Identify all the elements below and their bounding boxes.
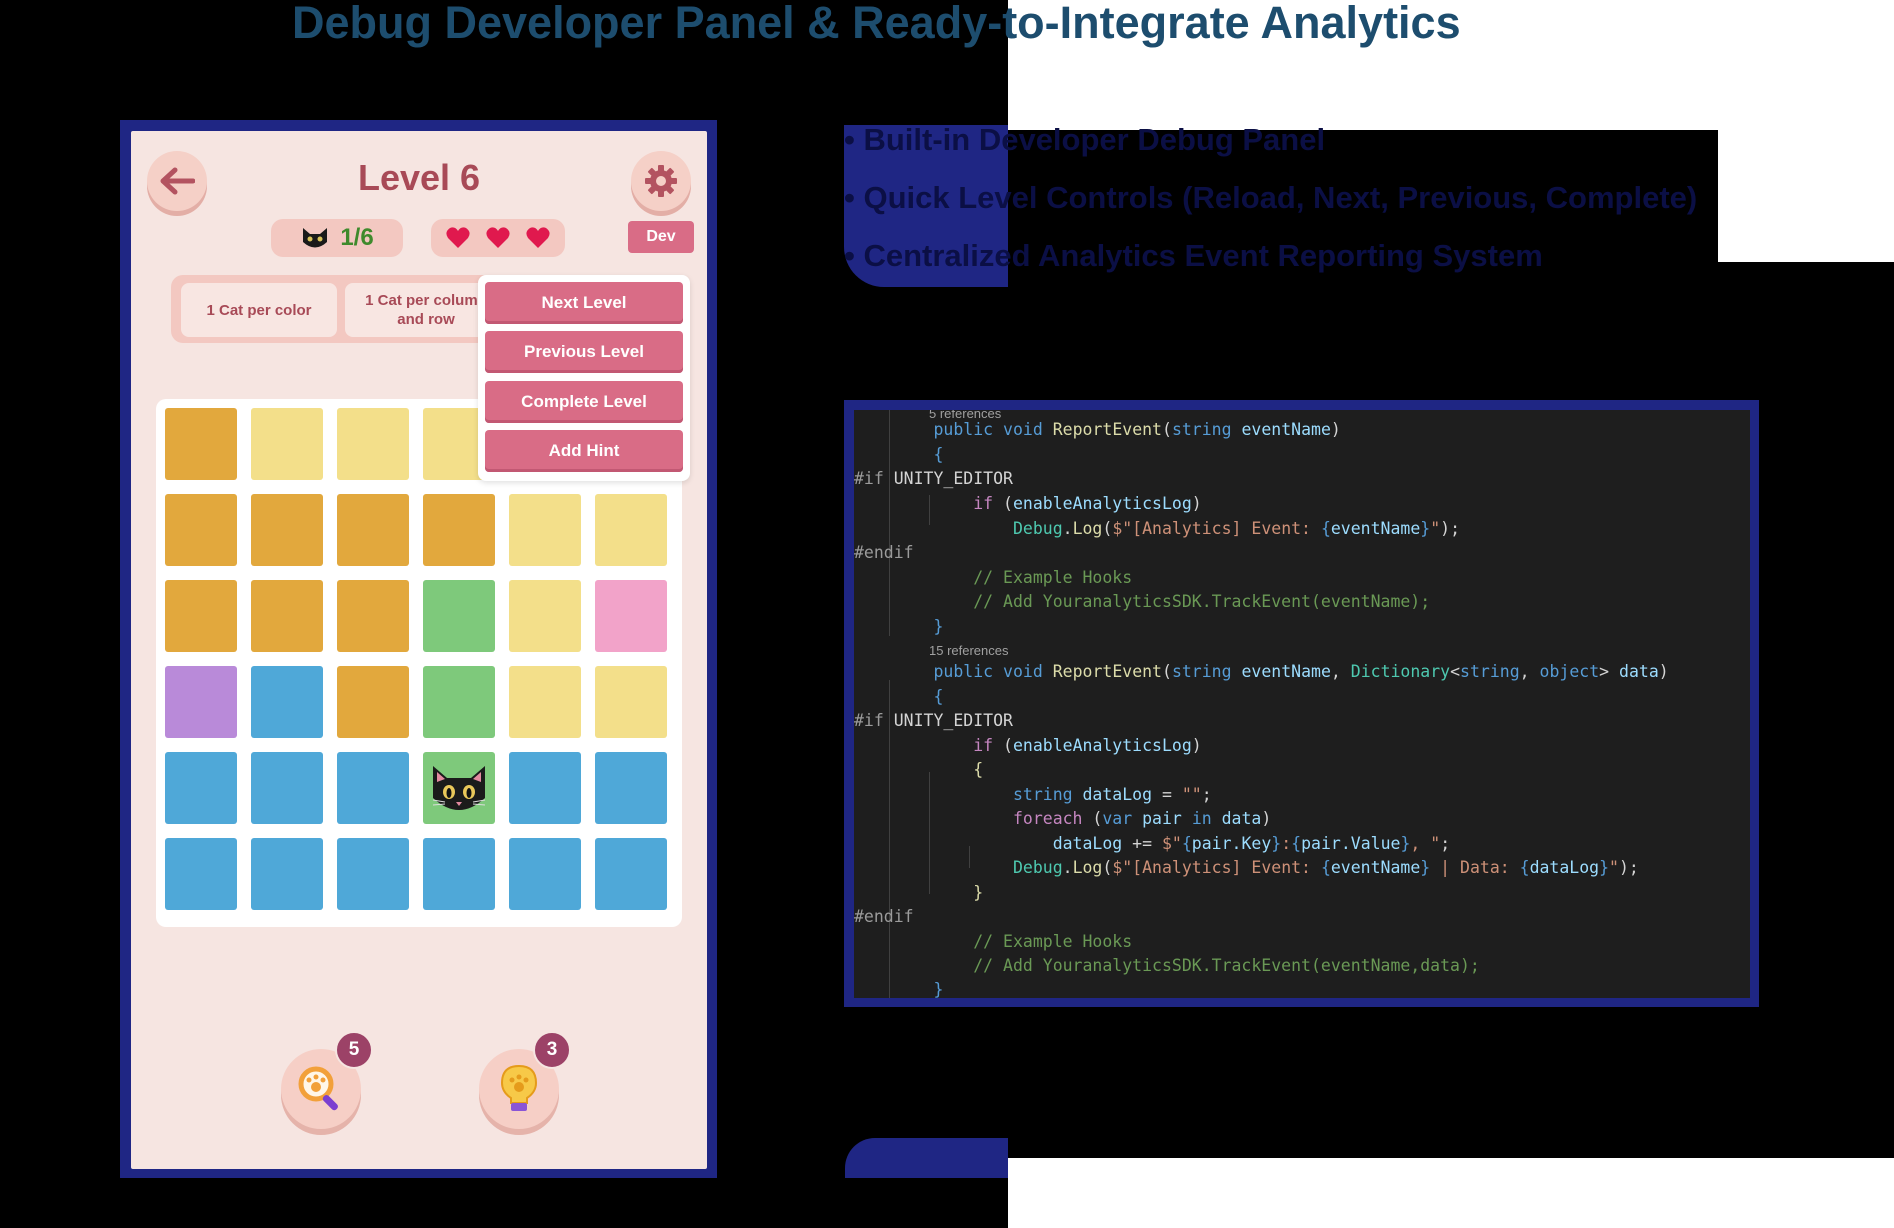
- gear-icon: [645, 165, 677, 197]
- next-level-button[interactable]: Next Level: [485, 282, 683, 324]
- grid-cell[interactable]: [165, 666, 237, 738]
- code-line: }: [973, 883, 984, 902]
- feature-item: • Centralized Analytics Event Reporting …: [844, 238, 1543, 273]
- code-line: // Example Hooks: [973, 568, 1133, 587]
- code-line: #endif: [854, 907, 914, 926]
- grid-cell[interactable]: [251, 408, 323, 480]
- arrow-left-icon: [160, 167, 195, 195]
- grid-cell[interactable]: [251, 666, 323, 738]
- grid-cell[interactable]: [509, 494, 581, 566]
- grid-cell[interactable]: [337, 580, 409, 652]
- code-line: public void ReportEvent(string eventName…: [933, 662, 1669, 681]
- grid-cell[interactable]: [595, 580, 667, 652]
- grid-cell[interactable]: [337, 752, 409, 824]
- cat-face-icon: [432, 766, 486, 810]
- code-line: string dataLog = "";: [1012, 785, 1212, 804]
- grid-cell[interactable]: [423, 838, 495, 910]
- heart-icon: [486, 227, 510, 248]
- grid-cell[interactable]: [337, 666, 409, 738]
- code-line: #if UNITY_EDITOR: [854, 469, 1013, 488]
- heart-icon: [446, 227, 470, 248]
- grid-cell[interactable]: [509, 752, 581, 824]
- feature-item: • Quick Level Controls (Reload, Next, Pr…: [844, 180, 1698, 215]
- decor-blob-bottom: [845, 1138, 1008, 1178]
- page-title: Debug Developer Panel & Ready-to-Integra…: [292, 0, 1461, 48]
- code-line: {: [933, 445, 944, 464]
- grid-cell[interactable]: [423, 752, 495, 824]
- back-button[interactable]: [147, 151, 207, 211]
- grid-cell[interactable]: [337, 408, 409, 480]
- grid-cell[interactable]: [423, 580, 495, 652]
- code-line: Debug.Log($"[Analytics] Event: {eventNam…: [1012, 858, 1639, 877]
- code-line: {: [973, 760, 984, 779]
- code-line: public void ReportEvent(string eventName…: [933, 420, 1341, 439]
- code-line: #if UNITY_EDITOR: [854, 711, 1013, 730]
- code-line: // Example Hooks: [973, 932, 1133, 951]
- magnifier-count-badge: 5: [335, 1031, 373, 1069]
- hint-count-badge: 3: [533, 1031, 571, 1069]
- grid-cell[interactable]: [595, 752, 667, 824]
- code-line: #endif: [854, 543, 914, 562]
- cat-count-label: 1/6: [340, 224, 374, 251]
- lives-indicator: [431, 219, 565, 257]
- grid-cell[interactable]: [423, 666, 495, 738]
- grid-cell[interactable]: [165, 408, 237, 480]
- background-white-corner: [1718, 130, 1894, 262]
- code-editor: 5 references public void ReportEvent(str…: [854, 410, 1750, 998]
- grid-cell[interactable]: [595, 494, 667, 566]
- grid-cell[interactable]: [337, 494, 409, 566]
- code-line: if (enableAnalyticsLog): [973, 494, 1202, 513]
- code-line: // Add YouranalyticsSDK.TrackEvent(event…: [973, 956, 1480, 975]
- grid-cell[interactable]: [337, 838, 409, 910]
- heart-icon: [526, 227, 550, 248]
- grid-cell[interactable]: [509, 838, 581, 910]
- grid-cell[interactable]: [165, 494, 237, 566]
- complete-level-button[interactable]: Complete Level: [485, 381, 683, 423]
- previous-level-button[interactable]: Previous Level: [485, 331, 683, 373]
- rule-card: 1 Cat per color: [181, 283, 337, 337]
- lightbulb-paw-icon: [500, 1064, 538, 1111]
- magnifier-paw-icon: [298, 1066, 338, 1111]
- code-line: foreach (var pair in data): [1012, 809, 1272, 828]
- dev-button[interactable]: Dev: [628, 221, 694, 253]
- grid-cell[interactable]: [595, 666, 667, 738]
- grid-cell[interactable]: [165, 580, 237, 652]
- hint-booster-button[interactable]: 3: [479, 1031, 571, 1129]
- cat-counter: 1/6: [271, 219, 403, 257]
- grid-cell[interactable]: [165, 752, 237, 824]
- code-line: }: [933, 980, 944, 998]
- code-line: if (enableAnalyticsLog): [973, 736, 1202, 755]
- grid-cell[interactable]: [509, 666, 581, 738]
- settings-button[interactable]: [631, 151, 691, 211]
- add-hint-button[interactable]: Add Hint: [485, 430, 683, 472]
- magnifier-booster-button[interactable]: 5: [281, 1031, 373, 1129]
- grid-cell[interactable]: [251, 838, 323, 910]
- grid-cell[interactable]: [251, 580, 323, 652]
- grid-cell[interactable]: [251, 752, 323, 824]
- grid-cell[interactable]: [423, 494, 495, 566]
- grid-cell[interactable]: [165, 838, 237, 910]
- background-white-strip: [1008, 60, 1894, 130]
- code-line: dataLog += $"{pair.Key}:{pair.Value}, ";: [1052, 834, 1451, 853]
- phone-screen: Level 6 1/6 Dev 1 Cat per color 1 Cat pe…: [131, 131, 707, 1169]
- code-line: {: [933, 687, 944, 706]
- code-line: // Add YouranalyticsSDK.TrackEvent(event…: [973, 592, 1431, 611]
- cat-face-icon: [303, 228, 328, 248]
- level-title: Level 6: [357, 157, 481, 198]
- grid-cell[interactable]: [509, 580, 581, 652]
- feature-item: • Built-in Developer Debug Panel: [844, 122, 1326, 157]
- grid-cell[interactable]: [251, 494, 323, 566]
- dev-menu-panel: Next Level Previous Level Complete Level…: [478, 275, 690, 481]
- code-line: Debug.Log($"[Analytics] Event: {eventNam…: [1012, 519, 1461, 538]
- code-line: }: [933, 617, 944, 636]
- grid-cell[interactable]: [595, 838, 667, 910]
